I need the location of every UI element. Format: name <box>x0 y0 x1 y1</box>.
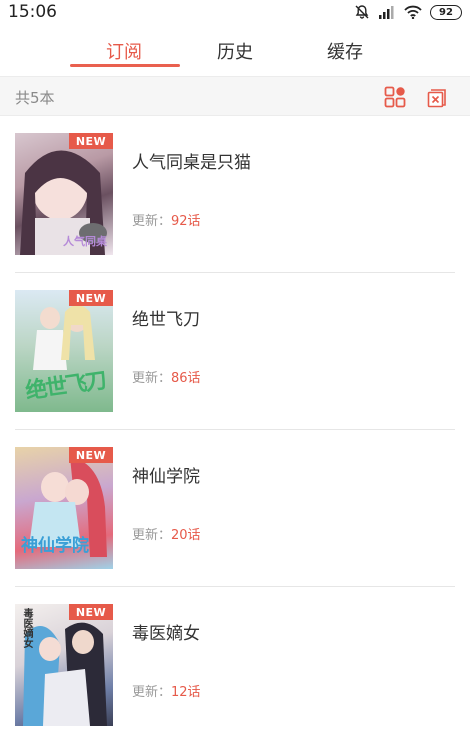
notifications-off-icon <box>355 5 369 19</box>
update-info: 更新：86话 <box>132 371 201 386</box>
comic-list-item[interactable]: NEW 人气同桌 人气同桌是只猫 更新：92话 <box>0 116 470 273</box>
chapter-count: 86话 <box>171 371 201 386</box>
comic-title: 神仙学院 <box>132 467 200 487</box>
cover-logo: 毒医嫡女 <box>21 608 32 648</box>
new-badge: NEW <box>69 447 113 463</box>
signal-icon <box>379 6 394 19</box>
comic-list-item[interactable]: NEW 神仙学院 神仙学院 更新：20话 <box>0 430 470 587</box>
status-icons: 92 <box>354 4 462 20</box>
comic-cover[interactable]: NEW 人气同桌 <box>15 133 113 255</box>
comic-list-item[interactable]: NEW 毒医嫡女 毒医嫡女 更新：12话 <box>0 587 470 744</box>
status-time: 15:06 <box>8 2 57 22</box>
tab-history[interactable]: 历史 <box>217 38 253 64</box>
comic-cover[interactable]: NEW 毒医嫡女 <box>15 604 113 726</box>
summary-bar: 共5本 <box>0 76 470 116</box>
chapter-count: 12话 <box>171 685 201 700</box>
chapter-count: 92话 <box>171 214 201 229</box>
new-badge: NEW <box>69 604 113 620</box>
comic-list-item[interactable]: NEW 绝世飞刀 绝世飞刀 更新：86话 <box>0 273 470 430</box>
tab-bar: 订阅 历史 缓存 <box>0 24 470 76</box>
status-bar: 15:06 92 <box>0 0 470 24</box>
battery-indicator: 92 <box>430 4 462 20</box>
new-badge: NEW <box>69 290 113 306</box>
cover-logo: 神仙学院 <box>21 536 89 556</box>
update-info: 更新：20话 <box>132 528 201 543</box>
subscription-count: 共5本 <box>15 89 55 107</box>
update-info: 更新：12话 <box>132 685 201 700</box>
comic-title: 毒医嫡女 <box>132 624 200 644</box>
active-tab-indicator <box>70 64 180 67</box>
comic-cover[interactable]: NEW 神仙学院 <box>15 447 113 569</box>
new-badge: NEW <box>69 133 113 149</box>
grid-view-icon[interactable] <box>384 86 406 108</box>
comic-title: 绝世飞刀 <box>132 310 200 330</box>
tab-cache[interactable]: 缓存 <box>327 38 363 64</box>
comic-cover[interactable]: NEW 绝世飞刀 <box>15 290 113 412</box>
chapter-count: 20话 <box>171 528 201 543</box>
wifi-icon <box>404 5 422 19</box>
cover-logo: 人气同桌 <box>63 235 107 248</box>
comic-title: 人气同桌是只猫 <box>132 153 251 173</box>
update-info: 更新：92话 <box>132 214 201 229</box>
delete-icon[interactable] <box>426 86 448 108</box>
tab-subscribe[interactable]: 订阅 <box>106 38 142 64</box>
